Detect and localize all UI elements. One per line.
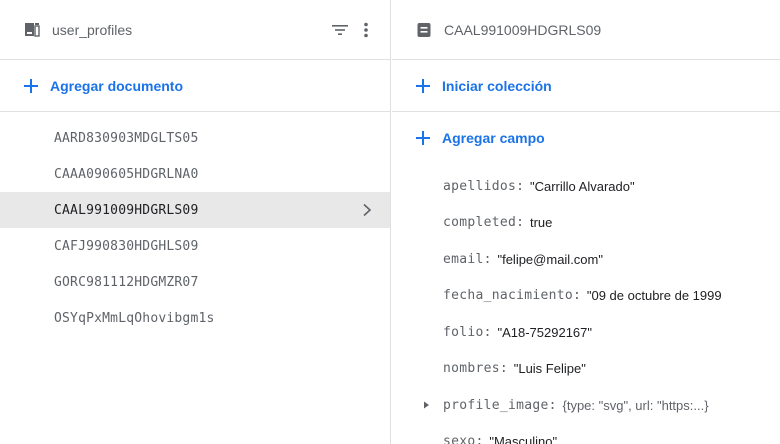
field-row[interactable]: nombres: "Luis Felipe" xyxy=(392,351,780,388)
document-header: CAAL991009HDGRLS09 xyxy=(392,0,780,60)
document-panel: CAAL991009HDGRLS09 Iniciar colección Agr… xyxy=(392,0,780,444)
add-document-button[interactable]: Agregar documento xyxy=(0,60,390,112)
field-separator: : xyxy=(499,361,508,377)
field-list: apellidos: "Carrillo Alvarado" completed… xyxy=(392,164,780,444)
field-key: email xyxy=(443,251,484,267)
collection-panel: user_profiles Agregar documento AARD8309… xyxy=(0,0,391,444)
plus-icon xyxy=(414,129,432,147)
document-id: CAAL991009HDGRLS09 xyxy=(54,202,199,218)
plus-icon xyxy=(414,77,432,95)
start-collection-label: Iniciar colección xyxy=(442,77,552,94)
add-field-button[interactable]: Agregar campo xyxy=(392,112,780,164)
field-row[interactable]: email: "felipe@mail.com" xyxy=(392,241,780,278)
field-key: completed xyxy=(443,215,517,231)
document-id: OSYqPxMmLqOhovibgm1s xyxy=(54,310,215,326)
document-list: AARD830903MDGLTS05 CAAA090605HDGRLNA0 CA… xyxy=(0,112,390,336)
field-row-map[interactable]: profile_image: {type: "svg", url: "https… xyxy=(392,387,780,424)
field-value: "09 de octubre de 1999 xyxy=(586,288,722,304)
field-row[interactable]: folio: "A18-75292167" xyxy=(392,314,780,351)
field-row[interactable]: sexo: "Masculino" xyxy=(392,424,780,444)
document-item[interactable]: OSYqPxMmLqOhovibgm1s xyxy=(0,300,390,336)
document-id: AARD830903MDGLTS05 xyxy=(54,130,199,146)
field-key: profile_image xyxy=(443,397,549,413)
collection-header: user_profiles xyxy=(0,0,390,60)
field-row[interactable]: apellidos: "Carrillo Alvarado" xyxy=(392,168,780,205)
expand-arrow-icon[interactable] xyxy=(421,400,431,410)
collection-title: user_profiles xyxy=(52,21,133,38)
collection-icon xyxy=(24,22,40,38)
field-key: nombres xyxy=(443,361,500,377)
add-field-label: Agregar campo xyxy=(442,130,545,146)
field-key: fecha_nacimiento xyxy=(443,288,574,304)
document-icon xyxy=(416,22,432,38)
more-vert-icon[interactable] xyxy=(358,20,374,40)
field-key: apellidos xyxy=(443,178,517,194)
field-value: "A18-75292167" xyxy=(497,324,592,340)
document-id: CAAA090605HDGRLNA0 xyxy=(54,166,199,182)
document-item[interactable]: CAAA090605HDGRLNA0 xyxy=(0,156,390,192)
document-title: CAAL991009HDGRLS09 xyxy=(444,21,602,38)
document-item-selected[interactable]: CAAL991009HDGRLS09 xyxy=(0,192,390,228)
field-value: true xyxy=(529,215,553,231)
field-separator: : xyxy=(516,215,524,231)
field-key: sexo xyxy=(443,434,476,444)
field-value: {type: "svg", url: "https:...} xyxy=(562,397,709,413)
field-value: "Masculino" xyxy=(489,434,558,444)
field-separator: : xyxy=(483,251,492,267)
field-value: "Carrillo Alvarado" xyxy=(529,178,635,194)
field-separator: : xyxy=(573,288,581,304)
field-value: "Luis Felipe" xyxy=(513,361,586,377)
field-row[interactable]: completed: true xyxy=(392,205,780,242)
field-separator: : xyxy=(475,434,484,444)
chevron-right-icon xyxy=(362,203,372,217)
document-item[interactable]: CAFJ990830HDGHLS09 xyxy=(0,228,390,264)
field-separator: : xyxy=(483,324,492,340)
add-document-label: Agregar documento xyxy=(50,77,184,94)
document-item[interactable]: AARD830903MDGLTS05 xyxy=(0,120,390,156)
field-row[interactable]: fecha_nacimiento: "09 de octubre de 1999 xyxy=(392,278,780,315)
field-value: "felipe@mail.com" xyxy=(497,251,603,267)
field-separator: : xyxy=(516,178,524,194)
plus-icon xyxy=(22,77,40,95)
start-collection-button[interactable]: Iniciar colección xyxy=(392,60,780,112)
field-separator: : xyxy=(548,397,557,413)
document-item[interactable]: GORC981112HDGMZR07 xyxy=(0,264,390,300)
document-id: GORC981112HDGMZR07 xyxy=(54,274,199,290)
filter-icon[interactable] xyxy=(332,20,348,40)
document-id: CAFJ990830HDGHLS09 xyxy=(54,238,199,254)
field-key: folio xyxy=(443,324,484,340)
